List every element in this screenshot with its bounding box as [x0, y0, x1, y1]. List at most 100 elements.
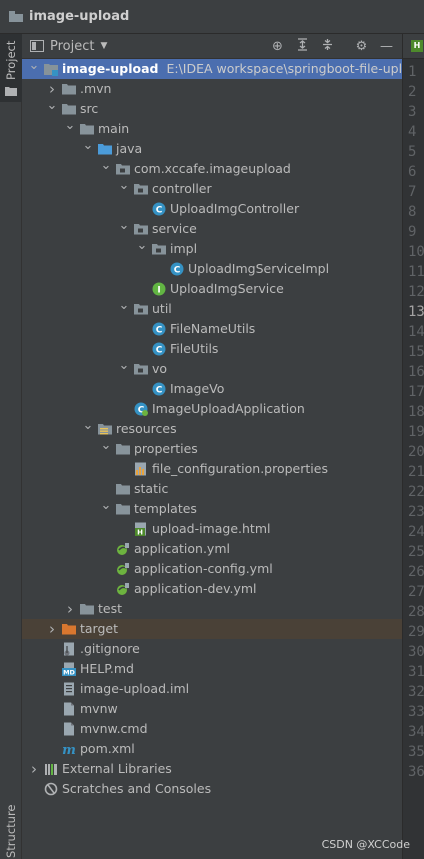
tree-row-mvnw[interactable]: mvnw [22, 699, 402, 719]
tree-row-file-configuration-properties[interactable]: file_configuration.properties [22, 459, 402, 479]
tree-row-image-upload[interactable]: ⌄ image-upload E:\IDEA workspace\springboo… [22, 59, 402, 79]
tree-row-application-config-yml[interactable]: application-config.yml [22, 559, 402, 579]
tree-row-label: image-upload E:\IDEA workspace\springboot… [62, 59, 402, 79]
line-number: 19 [408, 424, 424, 440]
line-number: 26 [408, 564, 424, 580]
tree-row-help-md[interactable]: MD HELP.md [22, 659, 402, 679]
tree-row-image-upload-iml[interactable]: image-upload.iml [22, 679, 402, 699]
tree-row-label: Scratches and Consoles [62, 781, 212, 796]
svg-text:C: C [174, 266, 181, 276]
tree-row-mvnw-cmd[interactable]: mvnw.cmd [22, 719, 402, 739]
tree-row-application-yml[interactable]: application.yml [22, 539, 402, 559]
chevron-down-icon[interactable]: ⌄ [64, 119, 76, 139]
tree-row-label: FileUtils [170, 341, 219, 356]
chevron-right-icon[interactable]: › [64, 599, 76, 619]
project-tool-tab[interactable]: Project [0, 34, 22, 102]
tree-row-label: src [80, 101, 99, 116]
line-number: 17 [408, 384, 424, 400]
folder-src-icon [98, 142, 112, 156]
hide-panel-icon[interactable]: — [378, 38, 395, 55]
tree-row-external-libraries[interactable]: › External Libraries [22, 759, 402, 779]
chevron-down-icon[interactable]: ⌄ [118, 359, 130, 379]
tree-row-imageuploadapplication[interactable]: C ImageUploadApplication [22, 399, 402, 419]
svg-text:C: C [156, 326, 163, 336]
expand-all-icon[interactable] [294, 38, 311, 55]
structure-tool-tab-label: Structure [4, 804, 18, 859]
folder-icon [62, 102, 76, 116]
tree-row-label: ImageVo [170, 381, 225, 396]
html-file-icon: H [411, 40, 423, 52]
gear-icon[interactable]: ⚙ [353, 38, 370, 55]
tree-row-src[interactable]: ⌄ src [22, 99, 402, 119]
tree-row-label: UploadImgService [170, 281, 284, 296]
chevron-right-icon[interactable]: › [46, 619, 58, 639]
structure-tool-tab[interactable]: Structure [0, 794, 22, 859]
locate-icon[interactable]: ⊕ [269, 38, 286, 55]
tree-row-service[interactable]: ⌄ service [22, 219, 402, 239]
properties-icon [134, 462, 148, 476]
chevron-down-icon[interactable]: ⌄ [46, 99, 58, 119]
line-number: 32 [408, 684, 424, 700]
tree-row-properties[interactable]: ⌄ properties [22, 439, 402, 459]
tree-row-uploadimgserviceimpl[interactable]: C UploadImgServiceImpl [22, 259, 402, 279]
tree-row-upload-image-html[interactable]: Hupload-image.html [22, 519, 402, 539]
collapse-all-icon[interactable] [319, 38, 336, 55]
tree-row-test[interactable]: › test [22, 599, 402, 619]
tree-row-application-dev-yml[interactable]: application-dev.yml [22, 579, 402, 599]
chevron-right-icon[interactable]: › [28, 759, 40, 779]
interface-icon: I [152, 282, 166, 296]
chevron-down-icon[interactable]: ▼ [100, 41, 107, 51]
chevron-down-icon[interactable]: ⌄ [100, 499, 112, 519]
tree-row-uploadimgcontroller[interactable]: C UploadImgController [22, 199, 402, 219]
folder-icon [62, 82, 76, 96]
tree-row-label: test [98, 601, 123, 616]
folder-target-icon [62, 622, 76, 636]
chevron-down-icon[interactable]: ⌄ [118, 219, 130, 239]
line-number: 11 [408, 264, 424, 280]
panel-view-selector[interactable]: Project [50, 39, 94, 54]
tree-row-label: .gitignore [80, 641, 140, 656]
chevron-down-icon[interactable]: ⌄ [118, 179, 130, 199]
tree-row-target[interactable]: › target [22, 619, 402, 639]
tree-row-java[interactable]: ⌄ java [22, 139, 402, 159]
tree-row-util[interactable]: ⌄ util [22, 299, 402, 319]
tree-row-impl[interactable]: ⌄ impl [22, 239, 402, 259]
chevron-down-icon[interactable]: ⌄ [28, 59, 40, 79]
package-icon [134, 222, 148, 236]
line-number: 21 [408, 464, 424, 480]
line-number: 5 [408, 144, 417, 160]
tree-row-main[interactable]: ⌄ main [22, 119, 402, 139]
tree-row-vo[interactable]: ⌄ vo [22, 359, 402, 379]
chevron-down-icon[interactable]: ⌄ [136, 239, 148, 259]
chevron-down-icon[interactable]: ⌄ [82, 419, 94, 439]
line-number: 13 [408, 304, 424, 320]
tree-row-label: target [80, 621, 119, 636]
tree-row-fileutils[interactable]: C FileUtils [22, 339, 402, 359]
tree-row-pom-xml[interactable]: m pom.xml [22, 739, 402, 759]
maven-icon: m [62, 742, 76, 758]
package-icon [134, 302, 148, 316]
tree-row-uploadimgservice[interactable]: I UploadImgService [22, 279, 402, 299]
chevron-down-icon[interactable]: ⌄ [100, 439, 112, 459]
chevron-down-icon[interactable]: ⌄ [100, 159, 112, 179]
line-number: 1 [408, 64, 417, 80]
left-tool-strip: Project Structure [0, 34, 22, 859]
tree-row-scratches-and-consoles[interactable]: Scratches and Consoles [22, 779, 402, 799]
editor-tab-fragment[interactable]: H [403, 34, 424, 59]
tree-row-static[interactable]: static [22, 479, 402, 499]
tree-row-templates[interactable]: ⌄ templates [22, 499, 402, 519]
chevron-right-icon[interactable]: › [46, 79, 58, 99]
tree-row-filenameutils[interactable]: C FileNameUtils [22, 319, 402, 339]
chevron-down-icon[interactable]: ⌄ [82, 139, 94, 159]
tree-row-com-xccafe-imageupload[interactable]: ⌄ com.xccafe.imageupload [22, 159, 402, 179]
chevron-down-icon[interactable]: ⌄ [118, 299, 130, 319]
tree-row-resources[interactable]: ⌄ resources [22, 419, 402, 439]
tree-row-label: ImageUploadApplication [152, 401, 305, 416]
tree-row-gitignore[interactable]: .gitignore [22, 639, 402, 659]
folder-icon [116, 482, 130, 496]
tree-row-imagevo[interactable]: C ImageVo [22, 379, 402, 399]
tree-row-controller[interactable]: ⌄ controller [22, 179, 402, 199]
tree-row-label: resources [116, 421, 177, 436]
tree-row-mvn[interactable]: › .mvn [22, 79, 402, 99]
file-icon [62, 722, 76, 736]
